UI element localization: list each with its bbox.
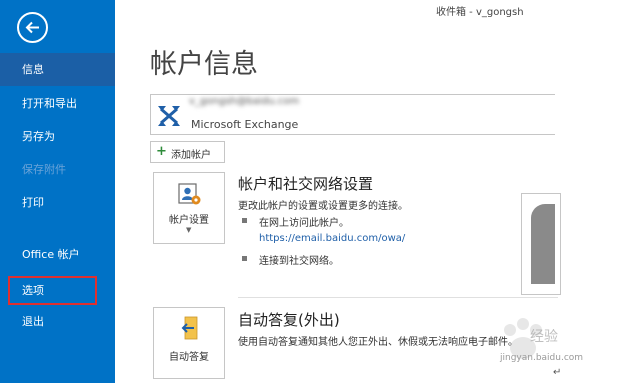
section-divider xyxy=(238,297,558,298)
options-highlight-box xyxy=(8,276,97,305)
add-account-label: 添加帐户 xyxy=(171,150,211,161)
chevron-down-icon: ▼ xyxy=(186,226,192,234)
automatic-replies-button[interactable]: 自动答复 xyxy=(153,307,225,379)
nav-item-exit[interactable]: 退出 xyxy=(0,305,115,338)
back-arrow-icon xyxy=(25,21,39,34)
exchange-logo-icon xyxy=(158,106,180,126)
nav-item-save-attachments: 保存附件 xyxy=(22,163,66,176)
automatic-replies-label: 自动答复 xyxy=(169,352,209,363)
account-settings-icon xyxy=(178,183,201,205)
return-glyph: ↵ xyxy=(553,367,562,378)
auto-reply-icon xyxy=(181,316,198,340)
social-network-text: 连接到社交网络。 xyxy=(259,256,339,267)
account-settings-description: 更改此帐户的设置或设置更多的连接。 xyxy=(238,201,408,212)
account-settings-label: 帐户设置 xyxy=(169,215,209,226)
account-picture[interactable] xyxy=(521,193,561,295)
back-button[interactable] xyxy=(17,12,48,43)
account-email: v_gongsh@baidu.com xyxy=(189,96,300,107)
nav-item-save-as[interactable]: 另存为 xyxy=(0,120,115,153)
account-picture-graphic xyxy=(531,204,555,284)
plus-icon: + xyxy=(156,144,167,159)
nav-item-info[interactable]: 信息 xyxy=(0,53,115,86)
account-selector[interactable]: v_gongsh@baidu.com Microsoft Exchange xyxy=(150,94,555,135)
nav-item-open-export[interactable]: 打开和导出 xyxy=(0,87,115,120)
bullet-icon xyxy=(242,218,247,223)
automatic-replies-title: 自动答复(外出) xyxy=(238,311,340,329)
web-access-text: 在网上访问此帐户。 xyxy=(259,218,349,229)
bullet-icon xyxy=(242,256,247,261)
account-settings-title: 帐户和社交网络设置 xyxy=(238,175,374,193)
nav-item-office-account[interactable]: Office 帐户 xyxy=(0,238,115,271)
watermark-site: jingyan.baidu.com xyxy=(500,353,584,363)
backstage-sidebar: 信息 打开和导出 另存为 保存附件 打印 Office 帐户 选项 退出 xyxy=(0,0,115,383)
page-title: 帐户信息 xyxy=(150,49,258,80)
account-type: Microsoft Exchange xyxy=(191,118,299,131)
account-settings-button[interactable]: 帐户设置 ▼ xyxy=(153,172,225,244)
automatic-replies-description: 使用自动答复通知其他人您正外出、休假或无法响应电子邮件。 xyxy=(238,337,518,348)
window-title: 收件箱 - v_gongsh xyxy=(436,7,524,18)
add-account-button[interactable]: + 添加帐户 xyxy=(150,141,225,163)
owa-link[interactable]: https://email.baidu.com/owa/ xyxy=(259,233,405,244)
nav-item-print[interactable]: 打印 xyxy=(0,186,115,219)
watermark-brand: 经验 xyxy=(530,329,558,345)
